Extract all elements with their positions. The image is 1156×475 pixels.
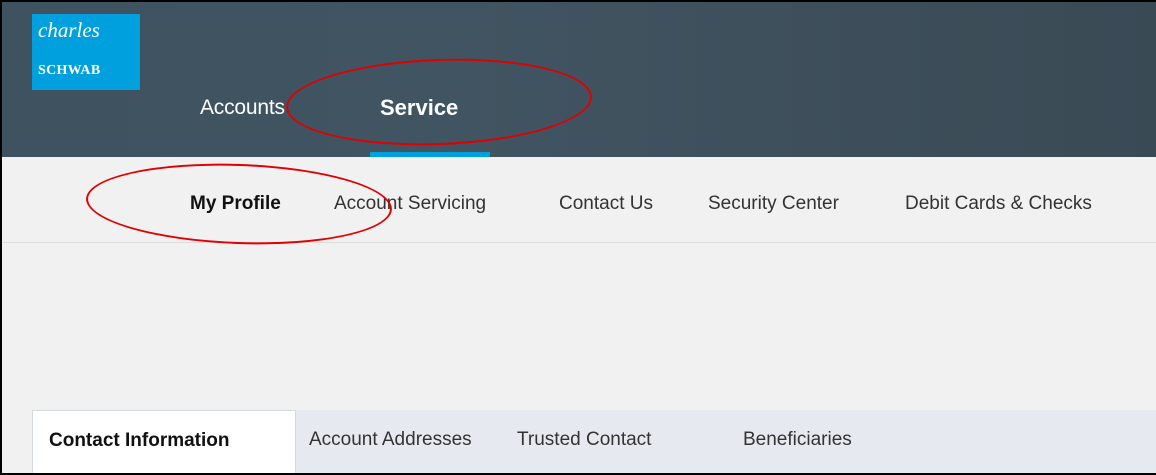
app-frame: charles SCHWAB Accounts Service My Profi…	[0, 0, 1156, 475]
subnav-contact-us[interactable]: Contact Us	[559, 193, 653, 215]
subnav-my-profile[interactable]: My Profile	[190, 193, 281, 215]
tab-contact-information[interactable]: Contact Information	[32, 410, 296, 473]
service-sub-nav: My Profile Account Servicing Contact Us …	[2, 157, 1156, 243]
tab-account-addresses[interactable]: Account Addresses	[309, 410, 472, 473]
charles-schwab-logo[interactable]: charles SCHWAB	[32, 14, 140, 90]
logo-charles-text: charles	[38, 18, 100, 42]
nav-service[interactable]: Service	[380, 95, 458, 121]
nav-accounts[interactable]: Accounts	[200, 96, 285, 120]
tab-trusted-contact[interactable]: Trusted Contact	[517, 410, 651, 473]
subnav-account-servicing[interactable]: Account Servicing	[334, 193, 486, 215]
top-header: charles SCHWAB Accounts Service	[2, 2, 1156, 157]
subnav-security-center[interactable]: Security Center	[708, 193, 839, 215]
logo-schwab-text: SCHWAB	[38, 63, 101, 78]
subnav-debit-cards-checks[interactable]: Debit Cards & Checks	[905, 193, 1092, 215]
profile-tabs: Contact Information Account Addresses Tr…	[32, 410, 1156, 473]
tab-beneficiaries[interactable]: Beneficiaries	[743, 410, 852, 473]
